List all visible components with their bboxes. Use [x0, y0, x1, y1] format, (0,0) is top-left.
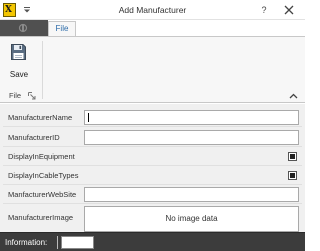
help-button[interactable]: ? [258, 4, 270, 16]
save-button[interactable]: Save [4, 41, 34, 81]
title-bar: X Add Manufacturer ? [0, 0, 305, 20]
status-bar: Information: [0, 232, 305, 251]
ribbon-group-label-file: File [9, 91, 22, 100]
manufacturer-id-label: ManufacturerID [8, 133, 60, 142]
dialog-launcher-icon[interactable] [28, 92, 36, 100]
manufacturer-id-input[interactable] [84, 130, 299, 145]
status-information-value [61, 236, 94, 249]
tab-file[interactable]: File [48, 21, 76, 37]
floppy-disk-icon [11, 44, 26, 60]
display-in-cable-types-checkbox[interactable] [288, 171, 297, 180]
manufacturer-image-picker[interactable]: No image data [84, 206, 299, 232]
app-menu-button[interactable] [0, 20, 48, 36]
form-row-display-in-cable-types: DisplayInCableTypes [3, 166, 302, 185]
display-in-cable-types-label: DisplayInCableTypes [8, 171, 79, 180]
form-row-manufacturer-name: ManufacturerName [3, 108, 302, 127]
status-divider [57, 236, 58, 249]
form-row-manufacturer-id: ManufacturerID [3, 128, 302, 147]
manufacturer-image-label: ManufacturerImage [8, 213, 74, 222]
ribbon-group-divider [42, 41, 43, 99]
app-menu-icon [18, 23, 28, 33]
manufacturer-name-label: ManufacturerName [8, 113, 73, 122]
chevron-up-icon[interactable] [289, 92, 298, 100]
ribbon-tab-strip: File [0, 20, 305, 37]
status-information-label: Information: [5, 238, 48, 247]
form-row-manufacturer-image: ManufacturerImage No image data [3, 204, 302, 235]
form-row-display-in-equipment: DisplayInEquipment [3, 147, 302, 166]
display-in-equipment-label: DisplayInEquipment [8, 152, 75, 161]
close-icon[interactable] [283, 4, 295, 16]
save-button-label: Save [9, 70, 29, 79]
manufacturer-name-input[interactable] [84, 110, 299, 125]
manufacturer-website-label: ManfacturerWebSite [8, 190, 77, 199]
manufacturer-website-input[interactable] [84, 187, 299, 202]
ribbon: Save File [0, 36, 305, 103]
manufacturer-form: ManufacturerName ManufacturerID DisplayI… [0, 104, 305, 232]
text-caret [88, 113, 89, 122]
display-in-equipment-checkbox[interactable] [288, 152, 297, 161]
form-row-manufacturer-website: ManfacturerWebSite [3, 185, 302, 204]
